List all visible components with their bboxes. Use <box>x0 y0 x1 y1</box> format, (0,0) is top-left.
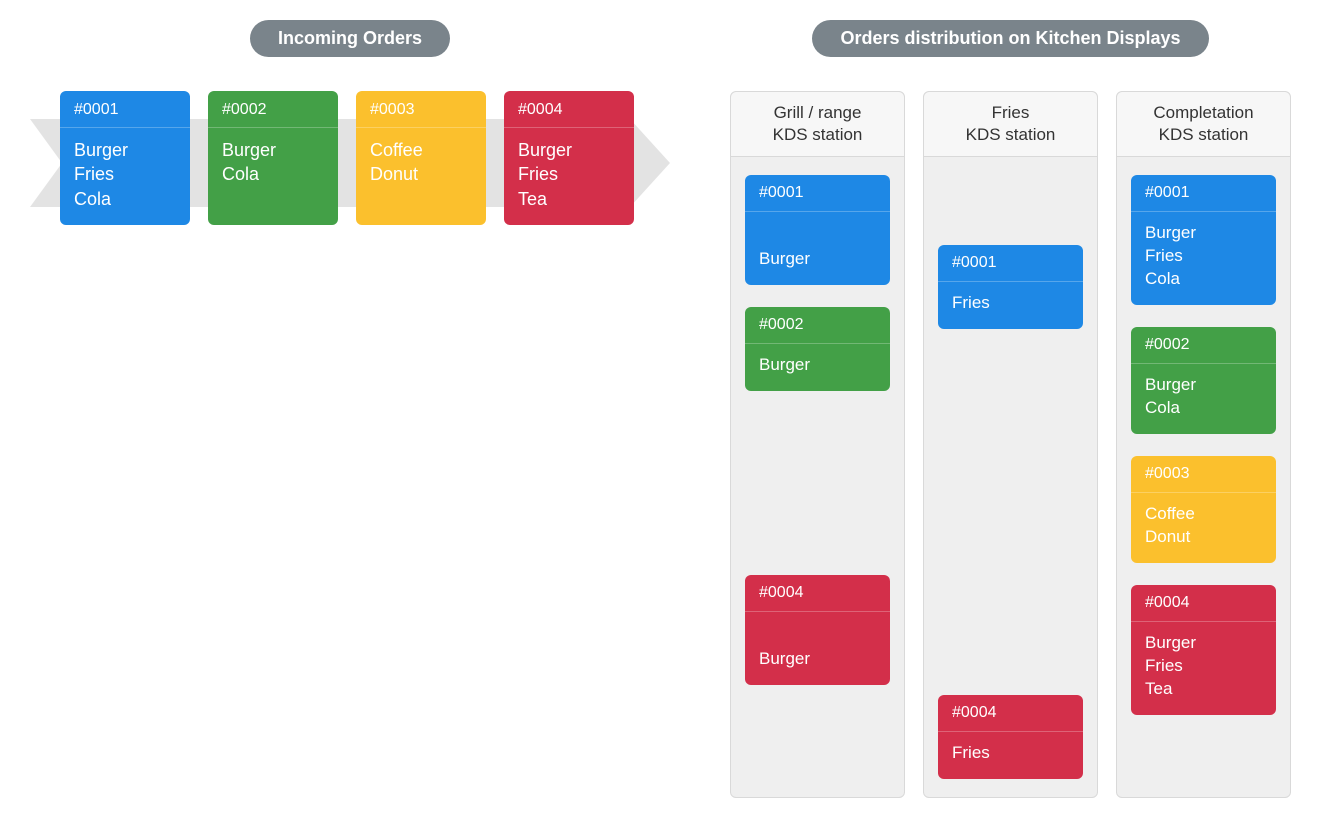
order-item: Donut <box>1145 526 1262 549</box>
order-item: Fries <box>952 292 1069 315</box>
incoming-title: Incoming Orders <box>250 20 450 57</box>
incoming-order-card: #0003CoffeeDonut <box>356 91 486 225</box>
layout-spacer <box>938 175 1083 223</box>
order-items: CoffeeDonut <box>1131 493 1276 563</box>
order-id: #0003 <box>1131 456 1276 493</box>
station-title: CompletationKDS station <box>1117 92 1290 157</box>
incoming-order-card: #0001BurgerFriesCola <box>60 91 190 225</box>
order-item: Fries <box>74 162 176 186</box>
order-items: BurgerCola <box>1131 364 1276 434</box>
order-item: Burger <box>759 248 876 271</box>
order-item: Coffee <box>370 138 472 162</box>
station-column: Grill / rangeKDS station#0001Burger#0002… <box>730 91 905 798</box>
order-item: Donut <box>370 162 472 186</box>
incoming-column: Incoming Orders #0001BurgerFriesCola#000… <box>30 20 670 251</box>
order-id: #0002 <box>208 91 338 128</box>
incoming-order-card: #0002BurgerCola <box>208 91 338 225</box>
incoming-order-card: #0004BurgerFriesTea <box>504 91 634 225</box>
order-items: Burger <box>745 344 890 391</box>
station-title: Grill / rangeKDS station <box>731 92 904 157</box>
order-item: Cola <box>1145 397 1262 420</box>
station-title: FriesKDS station <box>924 92 1097 157</box>
order-item: Fries <box>952 742 1069 765</box>
order-id: #0001 <box>745 175 890 212</box>
order-item: Burger <box>222 138 324 162</box>
order-item: Burger <box>1145 222 1262 245</box>
order-items: Fries <box>938 732 1083 779</box>
station-column: CompletationKDS station#0001BurgerFriesC… <box>1116 91 1291 798</box>
station-order-card: #0003CoffeeDonut <box>1131 456 1276 563</box>
order-item: Tea <box>518 187 620 211</box>
layout-spacer <box>938 351 1083 673</box>
station-body: #0001BurgerFriesCola#0002BurgerCola#0003… <box>1117 157 1290 797</box>
order-item: Burger <box>518 138 620 162</box>
order-item: Coffee <box>1145 503 1262 526</box>
order-id: #0002 <box>745 307 890 344</box>
order-items: Burger <box>745 612 890 685</box>
order-item: Fries <box>1145 245 1262 268</box>
order-item: Burger <box>759 648 876 671</box>
station-order-card: #0004BurgerFriesTea <box>1131 585 1276 715</box>
order-item: Burger <box>1145 374 1262 397</box>
station-body: #0001 Fries #0004 Fries <box>924 157 1097 797</box>
order-items: Burger <box>745 212 890 285</box>
order-id: #0001 <box>60 91 190 128</box>
order-item: Burger <box>1145 632 1262 655</box>
order-id: #0004 <box>938 695 1083 732</box>
order-items: BurgerCola <box>208 128 338 201</box>
station-order-card: #0001 Burger <box>745 175 890 285</box>
order-id: #0003 <box>356 91 486 128</box>
station-order-card: #0002BurgerCola <box>1131 327 1276 434</box>
order-item: Cola <box>222 162 324 186</box>
order-item: Fries <box>1145 655 1262 678</box>
order-id: #0004 <box>504 91 634 128</box>
station-body: #0001 Burger #0002 Burger #0004 Burger <box>731 157 904 797</box>
incoming-orders-row: #0001BurgerFriesCola#0002BurgerCola#0003… <box>30 91 670 225</box>
order-item: Burger <box>74 138 176 162</box>
station-order-card: #0002 Burger <box>745 307 890 391</box>
layout-spacer <box>745 413 890 553</box>
incoming-arrow-wrap: #0001BurgerFriesCola#0002BurgerCola#0003… <box>30 91 670 251</box>
order-id: #0001 <box>938 245 1083 282</box>
order-item: Cola <box>74 187 176 211</box>
order-item: Burger <box>759 354 876 377</box>
order-id: #0002 <box>1131 327 1276 364</box>
order-id: #0004 <box>745 575 890 612</box>
order-item: Cola <box>1145 268 1262 291</box>
order-id: #0001 <box>1131 175 1276 212</box>
station-order-card: #0004 Fries <box>938 695 1083 779</box>
order-items: BurgerFriesCola <box>1131 212 1276 305</box>
order-items: BurgerFriesCola <box>60 128 190 225</box>
distribution-title: Orders distribution on Kitchen Displays <box>812 20 1208 57</box>
stations-row: Grill / rangeKDS station#0001Burger#0002… <box>730 91 1291 798</box>
order-items: Fries <box>938 282 1083 329</box>
order-item: Fries <box>518 162 620 186</box>
station-column: FriesKDS station #0001 Fries #0004 Fries <box>923 91 1098 798</box>
order-items: CoffeeDonut <box>356 128 486 201</box>
order-id: #0004 <box>1131 585 1276 622</box>
station-order-card: #0004 Burger <box>745 575 890 685</box>
order-item: Tea <box>1145 678 1262 701</box>
station-order-card: #0001BurgerFriesCola <box>1131 175 1276 305</box>
order-items: BurgerFriesTea <box>1131 622 1276 715</box>
station-order-card: #0001 Fries <box>938 245 1083 329</box>
order-items: BurgerFriesTea <box>504 128 634 225</box>
distribution-column: Orders distribution on Kitchen Displays … <box>730 20 1291 798</box>
